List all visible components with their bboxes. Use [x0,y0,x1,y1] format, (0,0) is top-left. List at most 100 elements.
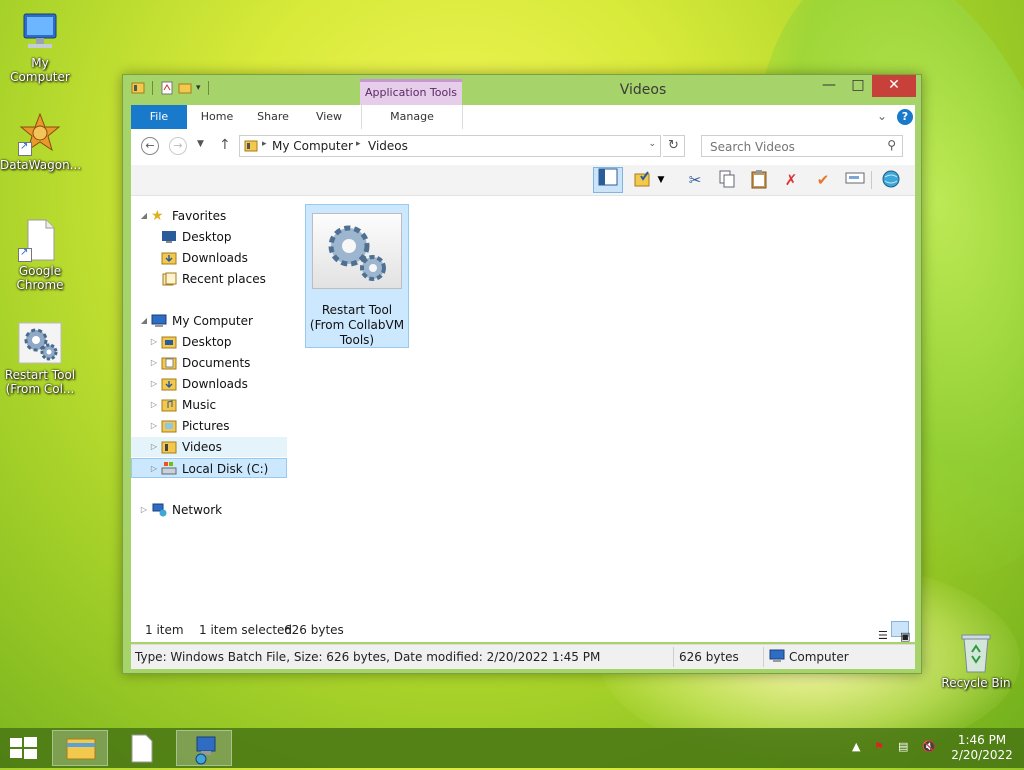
breadcrumb-videos[interactable]: Videos [368,139,408,153]
tab-share[interactable]: Share [249,105,297,129]
chevron-down-icon[interactable]: ▼ [655,169,667,191]
expand-arrow-icon[interactable]: ▷ [149,416,159,436]
breadcrumb-arrow-icon[interactable]: ▸ [262,139,267,149]
taskbar-blank-file[interactable] [114,730,170,766]
nav-pc-downloads[interactable]: ▷ Downloads [131,374,291,394]
nav-label: Videos [182,440,222,454]
gears-icon [18,322,62,366]
tab-view[interactable]: View [309,105,349,129]
desktop-icon-label: Recycle Bin [941,676,1011,690]
taskbar-file-explorer[interactable] [52,730,108,766]
help-icon[interactable]: ? [897,109,913,125]
action-center-flag-icon[interactable]: ⚑ [874,740,884,753]
nav-pc-desktop[interactable]: ▷ Desktop [131,332,291,352]
rename-confirm-button[interactable]: ✔ [811,169,835,191]
nav-my-computer[interactable]: ◢ My Computer [131,311,291,331]
address-history-chevron-icon[interactable]: ⌄ [648,139,656,149]
expand-ribbon-icon[interactable]: ⌄ [877,109,887,123]
navigation-pane[interactable]: ◢ ★ Favorites Desktop Downloads Recent p… [131,196,291,616]
refresh-button[interactable]: ↻ [663,135,685,157]
expand-arrow-icon[interactable]: ▷ [149,459,159,479]
collapse-arrow-icon[interactable]: ◢ [139,206,149,226]
nav-label: Network [172,503,223,517]
tab-file[interactable]: File [131,105,187,129]
nav-pc-pictures[interactable]: ▷ Pictures [131,416,291,436]
hard-drive-icon [161,462,177,475]
cut-button[interactable]: ✂ [683,169,707,191]
new-folder-icon[interactable] [178,81,192,95]
taskbar-network-app[interactable] [176,730,232,766]
volume-muted-icon[interactable]: 🔇 [922,740,936,753]
rename-button[interactable] [843,169,867,191]
qat-divider [152,81,153,95]
desktop-icon-google-chrome[interactable]: Google Chrome [0,218,80,292]
scissors-icon: ✂ [688,171,702,189]
large-icons-view-button[interactable]: ▣ [891,621,910,643]
desktop-icon-recycle-bin[interactable]: Recycle Bin [936,630,1016,690]
search-input[interactable] [708,137,882,157]
show-hidden-icons-button[interactable]: ▲ [852,740,860,753]
details-divider [673,647,674,667]
nav-label: Recent places [182,272,266,286]
video-folder-icon [244,140,258,152]
nav-pc-documents[interactable]: ▷ Documents [131,353,291,373]
nav-favorites[interactable]: ◢ ★ Favorites [131,206,291,226]
expand-arrow-icon[interactable]: ▷ [149,395,159,415]
file-item-restart-tool[interactable]: Restart Tool (From CollabVM Tools) [305,204,409,348]
delete-button[interactable]: ✗ [779,169,803,191]
title-bar[interactable]: ▾ Application Tools Videos — □ ✕ [123,75,921,105]
toolbar-divider [871,171,872,189]
maximize-button[interactable]: □ [844,75,872,97]
expand-arrow-icon[interactable]: ▷ [139,500,149,520]
chevron-down-icon[interactable]: ▾ [196,83,201,93]
selected-size: 626 bytes [284,623,344,637]
nav-pc-videos[interactable]: ▷ Videos [131,437,287,457]
nav-network[interactable]: ▷ Network [131,500,291,520]
tab-manage[interactable]: Manage [361,105,463,129]
desktop-icon-datawagon[interactable]: DataWagon... [0,112,81,172]
downloads-folder-icon [161,252,177,265]
clipboard-icon [751,170,767,189]
breadcrumb-my-computer[interactable]: My Computer [272,139,353,153]
network-status-icon[interactable]: ▤ [898,740,908,753]
nav-favorites-recent-places[interactable]: Recent places [131,269,291,289]
expand-arrow-icon[interactable]: ▷ [149,332,159,352]
tab-home[interactable]: Home [195,105,239,129]
minimize-button[interactable]: — [815,75,843,97]
desktop-icon-restart-tool[interactable]: Restart Tool (From Col... [0,322,80,396]
file-details: Type: Windows Batch File, Size: 626 byte… [135,650,601,664]
nav-label: My Computer [172,314,253,328]
clock-date: 2/20/2022 [951,748,1013,762]
properties-icon[interactable] [160,81,174,95]
preview-pane-button[interactable] [593,167,623,193]
start-button[interactable] [8,736,38,760]
folder-options-button[interactable] [631,169,655,191]
network-globe-button[interactable] [879,169,903,191]
folder-video-icon[interactable] [131,81,145,95]
desktop-icon-my-computer[interactable]: My Computer [0,10,80,84]
collapse-arrow-icon[interactable]: ◢ [139,311,149,331]
search-box[interactable]: ⚲ [701,135,903,157]
nav-favorites-downloads[interactable]: Downloads [131,248,291,268]
nav-pc-local-disk[interactable]: ▷ Local Disk (C:) [131,458,287,478]
recycle-bin-icon [954,630,998,674]
file-list[interactable]: Restart Tool (From CollabVM Tools) [295,196,915,616]
nav-pc-music[interactable]: ▷ Music [131,395,291,415]
expand-arrow-icon[interactable]: ▷ [149,437,159,457]
back-button[interactable]: ← [141,137,159,155]
up-arrow-icon[interactable]: ↑ [219,137,231,153]
datawagon-icon [18,112,62,156]
expand-arrow-icon[interactable]: ▷ [149,353,159,373]
nav-favorites-desktop[interactable]: Desktop [131,227,291,247]
address-bar[interactable]: ▸ My Computer ▸ Videos ⌄ [239,135,661,157]
close-button[interactable]: ✕ [872,75,916,97]
forward-button[interactable]: → [169,137,187,155]
expand-arrow-icon[interactable]: ▷ [149,374,159,394]
breadcrumb-arrow-icon[interactable]: ▸ [356,139,361,149]
recent-locations-chevron-icon[interactable]: ▼ [197,139,204,149]
system-clock[interactable]: 1:46 PM 2/20/2022 [948,733,1016,763]
details-view-button[interactable]: ☰ [869,621,888,642]
paste-button[interactable] [747,169,771,191]
copy-button[interactable] [715,169,739,191]
explorer-window[interactable]: ▾ Application Tools Videos — □ ✕ File Ho… [122,74,922,674]
